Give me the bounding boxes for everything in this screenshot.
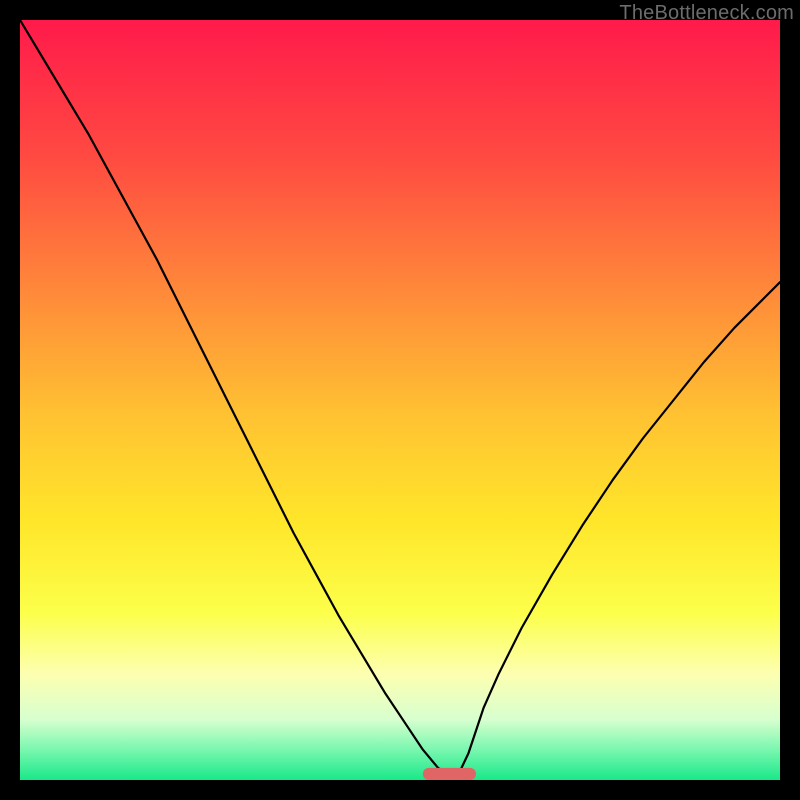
chart-background (20, 20, 780, 780)
optimum-marker (423, 768, 476, 780)
bottleneck-chart (20, 20, 780, 780)
chart-frame: TheBottleneck.com (0, 0, 800, 800)
watermark-text: TheBottleneck.com (619, 2, 794, 25)
